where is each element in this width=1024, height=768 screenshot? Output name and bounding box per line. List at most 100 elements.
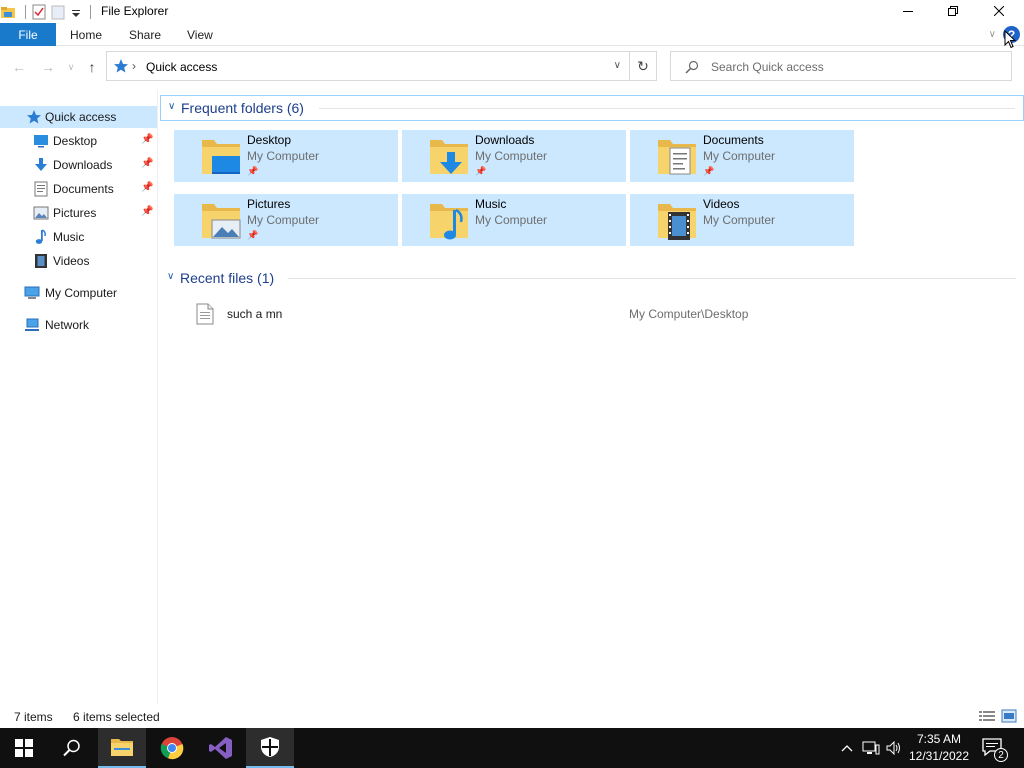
pane-divider[interactable] <box>157 90 158 704</box>
breadcrumb-separator-icon[interactable]: › <box>132 59 136 73</box>
sidebar-item-music[interactable]: Music <box>0 226 158 248</box>
network-icon <box>862 741 880 755</box>
sidebar-item-label: Videos <box>53 254 90 268</box>
search-icon <box>685 60 699 77</box>
up-button[interactable]: ↑ <box>82 57 102 77</box>
folder-tile-downloads[interactable]: Downloads My Computer 📌 <box>402 130 626 182</box>
list-item[interactable]: such a mn My Computer\Desktop <box>160 300 1024 328</box>
group-title: Recent files (1) <box>180 270 275 286</box>
collapse-chevron-icon[interactable]: ∨ <box>168 101 175 112</box>
sidebar-item-my-computer[interactable]: My Computer <box>0 282 158 304</box>
folder-location: My Computer <box>475 149 548 163</box>
file-name: such a mn <box>227 307 283 321</box>
pin-icon: 📌 <box>141 158 154 169</box>
sidebar-item-documents[interactable]: Documents 📌 <box>0 178 158 200</box>
customize-dropdown-icon[interactable] <box>71 4 81 20</box>
taskbar-visual-studio[interactable] <box>197 728 245 768</box>
search-input[interactable]: Search Quick access <box>670 51 1012 81</box>
volume-tray-button[interactable] <box>884 728 904 768</box>
notification-badge: 2 <box>994 748 1008 762</box>
taskbar-clock[interactable]: 7:35 AM 12/31/2022 <box>904 731 974 765</box>
selection-count: 6 items selected <box>73 710 160 724</box>
folder-tile-pictures[interactable]: Pictures My Computer 📌 <box>174 194 398 246</box>
sidebar-item-desktop[interactable]: Desktop 📌 <box>0 130 158 152</box>
tab-view[interactable]: View <box>187 23 213 46</box>
sidebar-item-downloads[interactable]: Downloads 📌 <box>0 154 158 176</box>
search-taskbar-button[interactable] <box>48 728 96 768</box>
tab-file[interactable]: File <box>0 23 56 46</box>
group-header-recent-files[interactable]: ∨ Recent files (1) <box>160 266 1024 292</box>
item-count: 7 items <box>14 710 53 724</box>
group-title: Frequent folders (6) <box>181 100 304 116</box>
taskbar-chrome[interactable] <box>148 728 196 768</box>
details-view-icon[interactable] <box>979 709 995 723</box>
group-header-frequent-folders[interactable]: ∨ Frequent folders (6) <box>160 95 1024 121</box>
navigation-bar: ← → ∨ ↑ › Quick access ∨ ↻ Search Quick … <box>0 47 1024 87</box>
navigation-pane: Quick access Desktop 📌 Downloads 📌 Docum… <box>0 104 158 704</box>
sidebar-item-network[interactable]: Network <box>0 314 158 336</box>
forward-button[interactable]: → <box>38 57 58 77</box>
taskbar: 7:35 AM 12/31/2022 2 <box>0 728 1024 768</box>
folder-name: Music <box>475 197 507 211</box>
downloads-icon <box>33 157 49 173</box>
folder-location: My Computer <box>703 213 776 227</box>
documents-icon <box>33 181 49 197</box>
music-icon <box>33 229 49 245</box>
chrome-icon <box>160 737 184 760</box>
network-tray-button[interactable] <box>860 728 882 768</box>
folder-app-icon[interactable] <box>0 4 16 20</box>
status-bar: 7 items 6 items selected <box>0 706 1024 728</box>
folder-documents-icon <box>654 134 700 178</box>
minimize-button[interactable] <box>885 0 931 22</box>
shield-icon <box>261 737 279 757</box>
start-button[interactable] <box>0 728 48 768</box>
large-icons-view-icon[interactable] <box>1001 709 1017 723</box>
pin-icon: 📌 <box>141 182 154 193</box>
pin-icon: 📌 <box>247 230 259 240</box>
breadcrumb[interactable]: Quick access <box>146 60 217 74</box>
recent-locations-button[interactable]: ∨ <box>61 57 81 77</box>
volume-icon <box>886 741 900 755</box>
show-hidden-icons-button[interactable] <box>838 728 856 768</box>
properties-icon[interactable] <box>31 4 47 20</box>
network-icon <box>24 317 40 333</box>
new-folder-icon[interactable] <box>51 4 67 20</box>
file-explorer-window: File Explorer File Home Share View ∨ ? ←… <box>0 0 1024 728</box>
taskbar-file-explorer[interactable] <box>98 728 146 768</box>
address-bar[interactable]: › Quick access ∨ <box>106 51 630 81</box>
collapse-chevron-icon[interactable]: ∨ <box>167 271 174 282</box>
folder-name: Documents <box>703 133 764 147</box>
taskbar-security[interactable] <box>246 728 294 768</box>
tab-share[interactable]: Share <box>129 23 161 46</box>
sidebar-item-label: Quick access <box>45 110 117 124</box>
pin-icon: 📌 <box>475 166 487 176</box>
search-placeholder: Search Quick access <box>711 60 824 74</box>
visual-studio-icon <box>209 737 232 759</box>
mouse-cursor-icon <box>1004 29 1017 52</box>
folder-tile-documents[interactable]: Documents My Computer 📌 <box>630 130 854 182</box>
address-history-dropdown-icon[interactable]: ∨ <box>614 60 621 71</box>
folder-tile-music[interactable]: Music My Computer <box>402 194 626 246</box>
sidebar-item-pictures[interactable]: Pictures 📌 <box>0 202 158 224</box>
toolbar-separator <box>25 5 26 19</box>
close-button[interactable] <box>976 0 1022 22</box>
folder-music-icon <box>426 198 472 242</box>
folder-tile-videos[interactable]: Videos My Computer <box>630 194 854 246</box>
quick-access-star-icon <box>26 109 42 125</box>
tab-home[interactable]: Home <box>70 23 102 46</box>
restore-button[interactable] <box>930 0 976 22</box>
windows-icon <box>15 739 33 757</box>
folder-downloads-icon <box>426 134 472 178</box>
sidebar-item-videos[interactable]: Videos <box>0 250 158 272</box>
folder-tile-desktop[interactable]: Desktop My Computer 📌 <box>174 130 398 182</box>
sidebar-item-quick-access[interactable]: Quick access <box>0 106 158 128</box>
expand-ribbon-icon[interactable]: ∨ <box>989 29 996 40</box>
computer-icon <box>24 285 40 301</box>
clock-time: 7:35 AM <box>916 732 962 746</box>
refresh-button[interactable]: ↻ <box>630 51 657 81</box>
toolbar-separator <box>90 5 91 19</box>
back-button[interactable]: ← <box>9 57 29 77</box>
folder-desktop-icon <box>198 134 244 178</box>
pin-icon: 📌 <box>141 134 154 145</box>
folder-name: Downloads <box>475 133 535 147</box>
